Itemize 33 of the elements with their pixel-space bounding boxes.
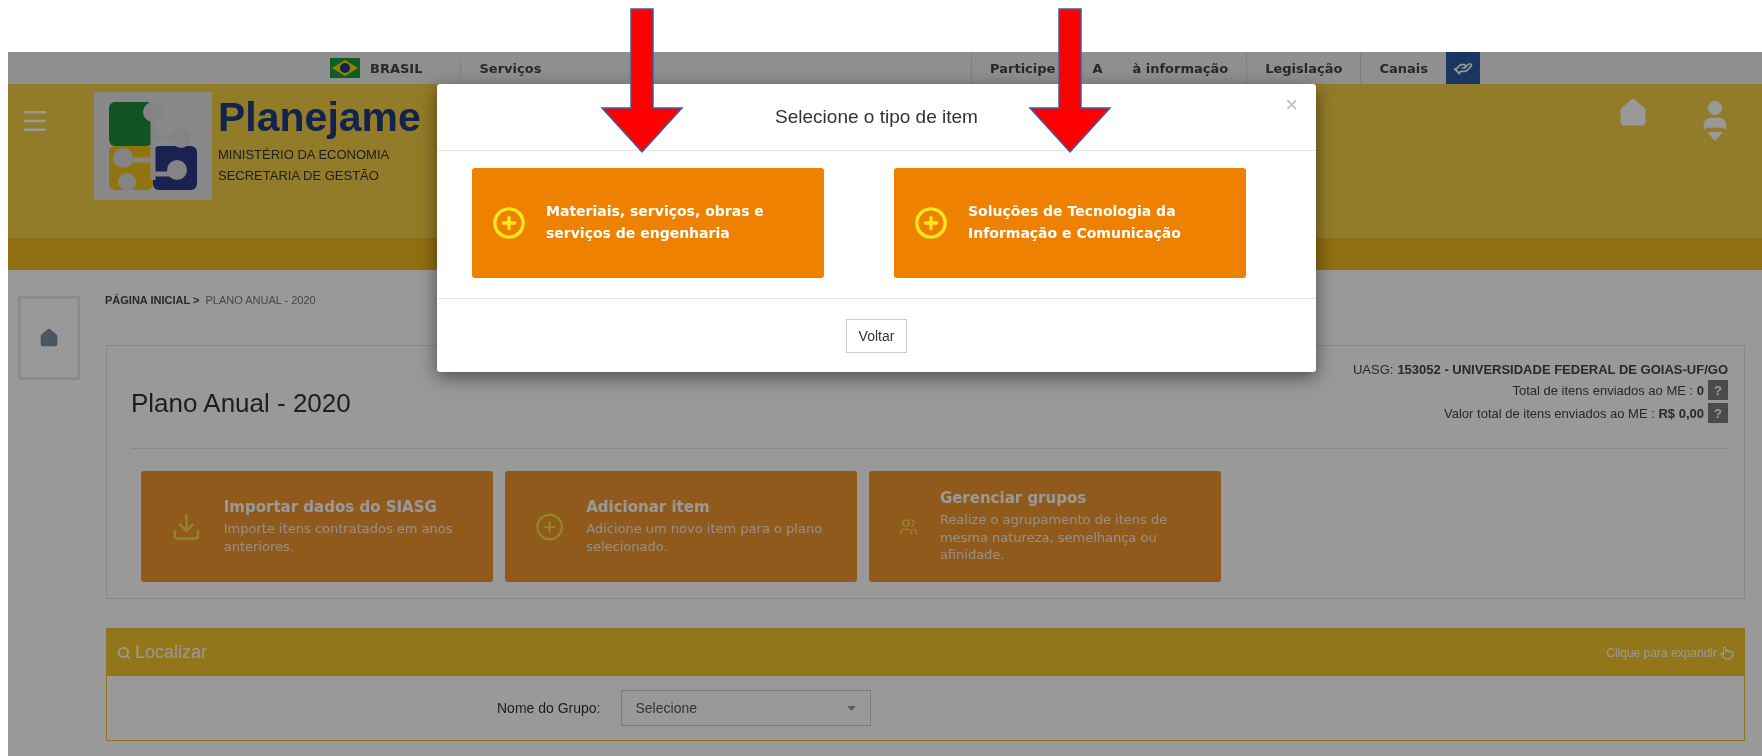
- nav-link[interactable]: Serviços: [460, 60, 560, 76]
- subtitle: MINISTÉRIO DA ECONOMIA: [218, 147, 391, 162]
- nav-link[interactable]: à informação: [1132, 60, 1229, 76]
- group-select[interactable]: Selecione: [620, 690, 871, 726]
- help-button[interactable]: ?: [1708, 380, 1728, 400]
- panel-title: Localizar: [135, 642, 208, 663]
- sign-language-icon[interactable]: [1446, 52, 1480, 84]
- search-icon: [117, 645, 131, 660]
- breadcrumb-item: PLANO ANUAL - 2020: [205, 294, 316, 308]
- info-text: Valor total de itens enviados ao ME : R$ 0,00: [1444, 405, 1704, 421]
- breadcrumb-item[interactable]: PÁGINA INICIAL >: [105, 294, 200, 345]
- plus-circle-icon: [492, 206, 526, 240]
- plus-circle-icon: [914, 206, 948, 240]
- home-icon[interactable]: [1618, 98, 1648, 128]
- dialog-title: Selecione o tipo de item: [775, 106, 978, 128]
- home-button[interactable]: [18, 296, 80, 380]
- page-title: Plano Anual - 2020: [131, 388, 351, 420]
- country-label: BRASIL: [369, 60, 424, 76]
- site-title: Planejame: [218, 94, 421, 141]
- expand-hint: Clique para expandir: [1606, 645, 1717, 660]
- field-label: Nome do Grupo:: [497, 700, 601, 716]
- caret-icon: [846, 705, 856, 711]
- pointer-icon: [1720, 645, 1734, 660]
- subtitle: SECRETARIA DE GESTÃO: [218, 168, 380, 183]
- help-button[interactable]: ?: [1708, 403, 1728, 423]
- item-type-button[interactable]: Materiais, serviços, obras e serviços de engenharia: [472, 168, 824, 278]
- uasg-text: UASG: 153052 - UNIVERSIDADE FEDERAL DE GOIAS-UF/GO: [1352, 362, 1728, 377]
- item-type-button[interactable]: Soluções de Tecnologia da Informação e Comunicação: [894, 168, 1246, 278]
- nav-link[interactable]: A: [1092, 60, 1103, 76]
- info-text: Total de itens enviados ao ME : 0: [1512, 382, 1704, 398]
- back-button[interactable]: Voltar: [845, 318, 908, 353]
- home-icon: [39, 328, 59, 348]
- flag-icon: [330, 58, 360, 78]
